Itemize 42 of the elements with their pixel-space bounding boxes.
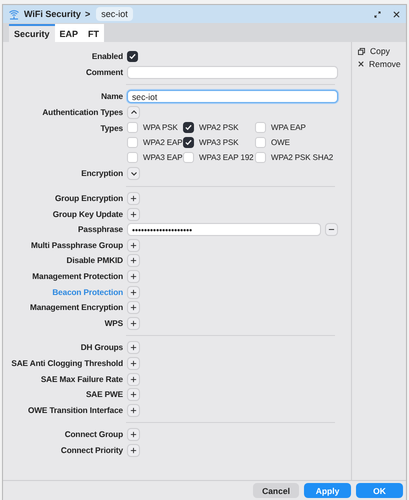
field-label: Name bbox=[100, 91, 123, 102]
option-label: WPA3 EAP 192 bbox=[199, 153, 254, 162]
field-label: Disable PMKID bbox=[66, 255, 123, 266]
password-field[interactable]: •••••••••••••••••••• bbox=[127, 223, 321, 236]
field-label: Group Encryption bbox=[54, 192, 123, 203]
field-label: OWE Transition Interface bbox=[27, 404, 123, 415]
field-label: SAE Max Failure Rate bbox=[40, 374, 123, 384]
field-label: SAE Anti Clogging Threshold bbox=[10, 358, 123, 368]
record-name: sec-iot bbox=[96, 7, 133, 21]
field-label: Beacon Protection bbox=[51, 286, 123, 297]
text-field[interactable]: sec-iot bbox=[127, 90, 338, 104]
field-label: Connect Priority bbox=[60, 444, 123, 455]
option-label: WPA3 EAP bbox=[143, 153, 183, 162]
remove-button[interactable]: Remove bbox=[358, 59, 406, 69]
field-label: Management Protection bbox=[31, 270, 123, 281]
tab[interactable]: Security bbox=[9, 24, 55, 42]
option-label: WPA3 PSK bbox=[199, 138, 239, 148]
field-label: WPS bbox=[104, 318, 123, 328]
field-label: DH Groups bbox=[80, 342, 123, 352]
field-label: SAE PWE bbox=[84, 389, 123, 400]
option-label: WPA2 EAP bbox=[143, 138, 183, 148]
option-label: WPA2 PSK SHA2 bbox=[271, 153, 334, 162]
field-label: Group Key Update bbox=[52, 208, 123, 219]
option-label: OWE bbox=[271, 138, 290, 148]
field-label: Comment bbox=[84, 66, 123, 77]
window-title: WiFi Security bbox=[24, 9, 81, 19]
field-label: Encryption bbox=[80, 168, 123, 178]
option-label: WPA2 PSK bbox=[199, 123, 239, 132]
footer-button[interactable]: Cancel bbox=[253, 483, 299, 498]
field-label: Multi Passphrase Group bbox=[30, 240, 123, 250]
breadcrumb-separator: > bbox=[84, 9, 90, 19]
option-label: WPA EAP bbox=[271, 123, 306, 132]
field-label: Connect Group bbox=[64, 429, 123, 440]
field-label: Enabled bbox=[90, 51, 123, 61]
field-label: Management Encryption bbox=[29, 302, 123, 312]
tab[interactable]: FT bbox=[83, 24, 104, 42]
field-label: Authentication Types bbox=[41, 106, 123, 117]
field-label: Types bbox=[99, 123, 123, 134]
option-label: WPA PSK bbox=[143, 123, 178, 132]
copy-button[interactable]: Copy bbox=[358, 46, 406, 56]
field-label: Passphrase bbox=[77, 224, 123, 234]
tab[interactable]: EAP bbox=[54, 24, 84, 42]
